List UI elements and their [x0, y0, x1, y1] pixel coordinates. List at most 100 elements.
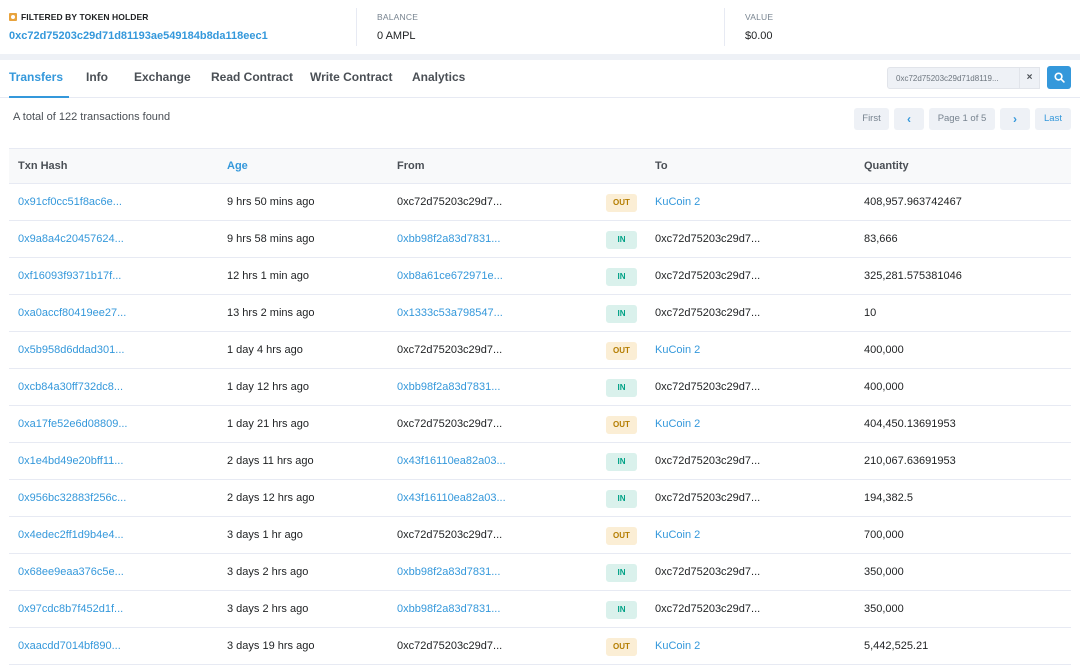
- from-address: 0xc72d75203c29d7...: [397, 529, 503, 541]
- tab-write-contract[interactable]: Write Contract: [310, 60, 392, 98]
- table-row: 0xa0accf80419ee27... 13 hrs 2 mins ago 0x1…: [9, 295, 1071, 332]
- txn-age: 9 hrs 50 mins ago: [227, 196, 315, 208]
- txn-hash-link[interactable]: 0xcb84a30ff732dc8...: [18, 369, 123, 405]
- direction-badge: OUT: [606, 638, 637, 656]
- direction-badge: OUT: [606, 527, 637, 545]
- from-address[interactable]: 0xb8a61ce672971e...: [397, 258, 503, 294]
- txn-age: 1 day 12 hrs ago: [227, 381, 309, 393]
- to-address[interactable]: KuCoin 2: [655, 184, 700, 220]
- table-row: 0x68ee9eaa376c5e... 3 days 2 hrs ago 0xbb9…: [9, 554, 1071, 591]
- txn-hash-link[interactable]: 0xaacdd7014bf890...: [18, 628, 121, 664]
- value-amount: $0.00: [745, 30, 773, 42]
- value-label: VALUE: [745, 12, 774, 22]
- quantity-value: 400,000: [864, 344, 904, 356]
- to-address[interactable]: KuCoin 2: [655, 517, 700, 553]
- transaction-count-summary: A total of 122 transactions found: [13, 111, 171, 123]
- tab-exchange[interactable]: Exchange: [134, 60, 191, 98]
- direction-badge: IN: [606, 564, 637, 582]
- header-txn-hash: Txn Hash: [18, 160, 68, 172]
- quantity-value: 408,957.963742467: [864, 196, 962, 208]
- table-row: 0x956bc32883f256c... 2 days 12 hrs ago 0x4…: [9, 480, 1071, 517]
- quantity-value: 83,666: [864, 233, 898, 245]
- txn-hash-link[interactable]: 0x68ee9eaa376c5e...: [18, 554, 124, 590]
- from-address[interactable]: 0xbb98f2a83d7831...: [397, 221, 500, 257]
- search-button[interactable]: [1047, 66, 1071, 89]
- pager-last-button[interactable]: Last: [1035, 108, 1071, 130]
- from-address[interactable]: 0xbb98f2a83d7831...: [397, 369, 500, 405]
- direction-badge: IN: [606, 305, 637, 323]
- txn-hash-link[interactable]: 0x956bc32883f256c...: [18, 480, 126, 516]
- direction-badge: OUT: [606, 194, 637, 212]
- quantity-value: 400,000: [864, 381, 904, 393]
- tab-read-contract[interactable]: Read Contract: [211, 60, 293, 98]
- txn-age: 2 days 11 hrs ago: [227, 455, 314, 467]
- table-row: 0x4edec2ff1d9b4e4... 3 days 1 hr ago 0xc72…: [9, 517, 1071, 554]
- tab-info[interactable]: Info: [86, 60, 108, 98]
- quantity-value: 350,000: [864, 566, 904, 578]
- direction-badge: IN: [606, 231, 637, 249]
- txn-hash-link[interactable]: 0x91cf0cc51f8ac6e...: [18, 184, 122, 220]
- quantity-value: 5,442,525.21: [864, 640, 929, 652]
- tab-analytics[interactable]: Analytics: [412, 60, 465, 98]
- txn-age: 1 day 4 hrs ago: [227, 344, 303, 356]
- table-row: 0x97cdc8b7f452d1f... 3 days 2 hrs ago 0xbb…: [9, 591, 1071, 628]
- to-address: 0xc72d75203c29d7...: [655, 455, 761, 467]
- to-address[interactable]: KuCoin 2: [655, 406, 700, 442]
- direction-badge: IN: [606, 268, 637, 286]
- txn-age: 3 days 2 hrs ago: [227, 603, 309, 615]
- to-address: 0xc72d75203c29d7...: [655, 270, 761, 282]
- balance-value: 0 AMPL: [377, 30, 416, 42]
- to-address: 0xc72d75203c29d7...: [655, 566, 761, 578]
- table-row: 0x5b958d6ddad301... 1 day 4 hrs ago 0xc72d…: [9, 332, 1071, 369]
- filter-search-input[interactable]: 0xc72d75203c29d71d8119...: [887, 67, 1020, 89]
- pager-prev-button[interactable]: ‹: [894, 108, 924, 130]
- value-section: VALUE $0.00: [724, 8, 1080, 46]
- pager-first-button[interactable]: First: [854, 108, 889, 130]
- pager-next-button[interactable]: ›: [1000, 108, 1030, 130]
- transfers-table: Txn Hash Age From To Quantity 0x91cf0cc5…: [9, 148, 1071, 665]
- table-row: 0xaacdd7014bf890... 3 days 19 hrs ago 0xc7…: [9, 628, 1071, 665]
- txn-hash-link[interactable]: 0x4edec2ff1d9b4e4...: [18, 517, 124, 553]
- txn-hash-link[interactable]: 0x9a8a4c20457624...: [18, 221, 124, 257]
- txn-hash-link[interactable]: 0xa17fe52e6d08809...: [18, 406, 128, 442]
- header-age[interactable]: Age: [227, 149, 248, 183]
- table-row: 0xf16093f9371b17f... 12 hrs 1 min ago 0xb8…: [9, 258, 1071, 295]
- txn-hash-link[interactable]: 0x5b958d6ddad301...: [18, 332, 124, 368]
- direction-badge: IN: [606, 453, 637, 471]
- balance-label: BALANCE: [377, 12, 419, 22]
- filter-title: FILTERED BY TOKEN HOLDER: [9, 12, 356, 22]
- from-address[interactable]: 0xbb98f2a83d7831...: [397, 591, 500, 627]
- to-address[interactable]: KuCoin 2: [655, 628, 700, 664]
- header-quantity: Quantity: [864, 160, 909, 172]
- from-address: 0xc72d75203c29d7...: [397, 418, 503, 430]
- quantity-value: 194,382.5: [864, 492, 913, 504]
- to-address[interactable]: KuCoin 2: [655, 332, 700, 368]
- from-address[interactable]: 0x43f16110ea82a03...: [397, 443, 506, 479]
- table-row: 0x9a8a4c20457624... 9 hrs 58 mins ago 0xbb…: [9, 221, 1071, 258]
- txn-hash-link[interactable]: 0xf16093f9371b17f...: [18, 258, 121, 294]
- txn-age: 12 hrs 1 min ago: [227, 270, 309, 282]
- tab-transfers[interactable]: Transfers: [9, 60, 69, 98]
- direction-badge: IN: [606, 379, 637, 397]
- txn-age: 9 hrs 58 mins ago: [227, 233, 315, 245]
- close-icon[interactable]: ×: [1020, 67, 1040, 89]
- txn-age: 2 days 12 hrs ago: [227, 492, 315, 504]
- from-address[interactable]: 0xbb98f2a83d7831...: [397, 554, 500, 590]
- from-address: 0xc72d75203c29d7...: [397, 196, 503, 208]
- txn-age: 1 day 21 hrs ago: [227, 418, 309, 430]
- table-header: Txn Hash Age From To Quantity: [9, 148, 1071, 184]
- txn-age: 13 hrs 2 mins ago: [227, 307, 315, 319]
- from-address[interactable]: 0x43f16110ea82a03...: [397, 480, 506, 516]
- filter-title-text: FILTERED BY TOKEN HOLDER: [21, 12, 149, 22]
- holder-address-link[interactable]: 0xc72d75203c29d71d81193ae549184b8da118ee…: [9, 30, 356, 42]
- txn-age: 3 days 1 hr ago: [227, 529, 303, 541]
- table-row: 0xcb84a30ff732dc8... 1 day 12 hrs ago 0xbb…: [9, 369, 1071, 406]
- tag-icon: [9, 13, 17, 21]
- txn-hash-link[interactable]: 0xa0accf80419ee27...: [18, 295, 126, 331]
- to-address: 0xc72d75203c29d7...: [655, 603, 761, 615]
- from-address[interactable]: 0x1333c53a798547...: [397, 295, 503, 331]
- txn-hash-link[interactable]: 0x97cdc8b7f452d1f...: [18, 591, 123, 627]
- txn-hash-link[interactable]: 0x1e4bd49e20bff11...: [18, 443, 123, 479]
- quantity-value: 404,450.13691953: [864, 418, 956, 430]
- direction-badge: OUT: [606, 342, 637, 360]
